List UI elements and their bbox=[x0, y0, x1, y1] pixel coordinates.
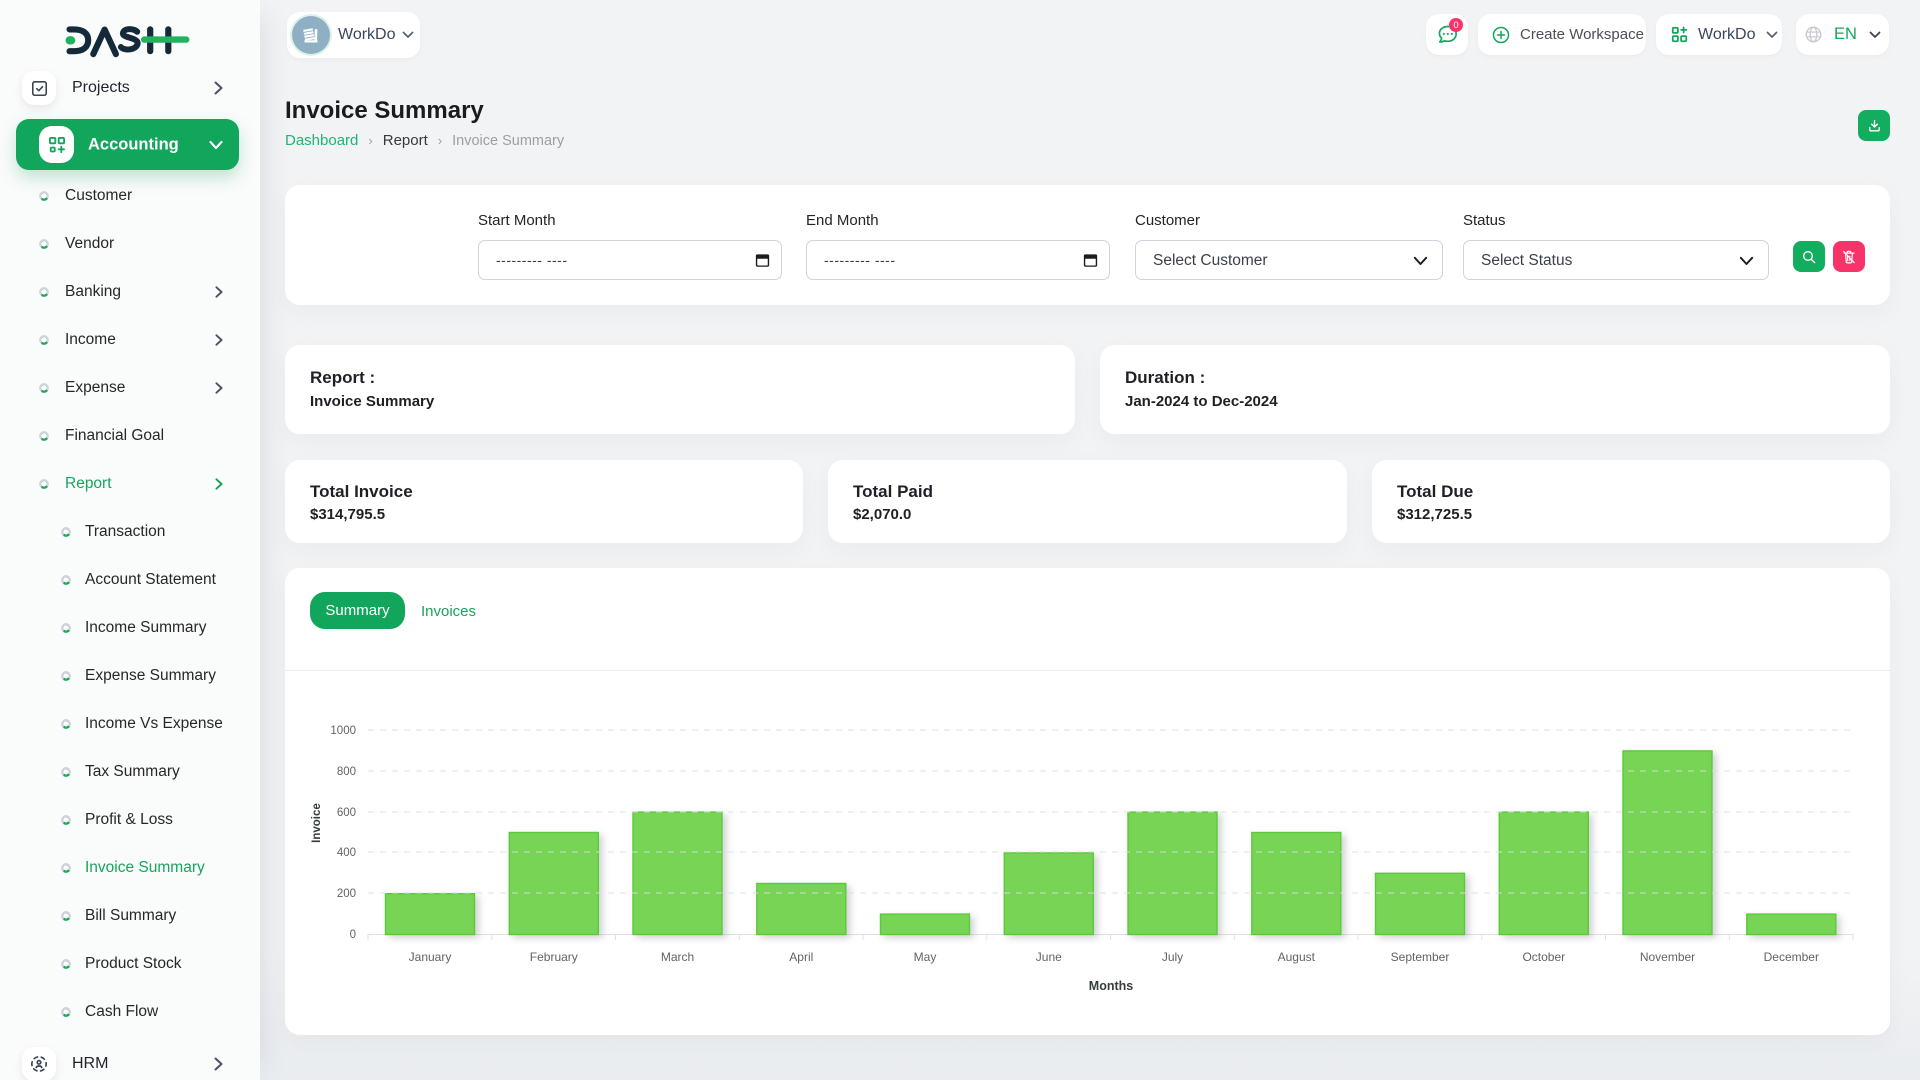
svg-text:400: 400 bbox=[337, 847, 356, 859]
svg-text:600: 600 bbox=[337, 807, 356, 819]
svg-text:1000: 1000 bbox=[330, 725, 356, 737]
svg-text:February: February bbox=[530, 950, 578, 964]
svg-text:December: December bbox=[1764, 950, 1819, 964]
svg-text:May: May bbox=[914, 950, 937, 964]
svg-text:November: November bbox=[1640, 950, 1695, 964]
svg-text:800: 800 bbox=[337, 766, 356, 778]
svg-text:June: June bbox=[1036, 950, 1062, 964]
svg-text:March: March bbox=[661, 950, 694, 964]
svg-text:April: April bbox=[789, 950, 813, 964]
svg-text:January: January bbox=[409, 950, 452, 964]
svg-text:September: September bbox=[1391, 950, 1450, 964]
svg-text:0: 0 bbox=[350, 929, 356, 941]
svg-text:August: August bbox=[1278, 950, 1316, 964]
svg-text:July: July bbox=[1162, 950, 1183, 964]
svg-text:Invoice: Invoice bbox=[311, 803, 323, 843]
svg-text:200: 200 bbox=[337, 888, 356, 900]
svg-text:October: October bbox=[1522, 950, 1565, 964]
svg-text:Months: Months bbox=[1089, 979, 1133, 993]
